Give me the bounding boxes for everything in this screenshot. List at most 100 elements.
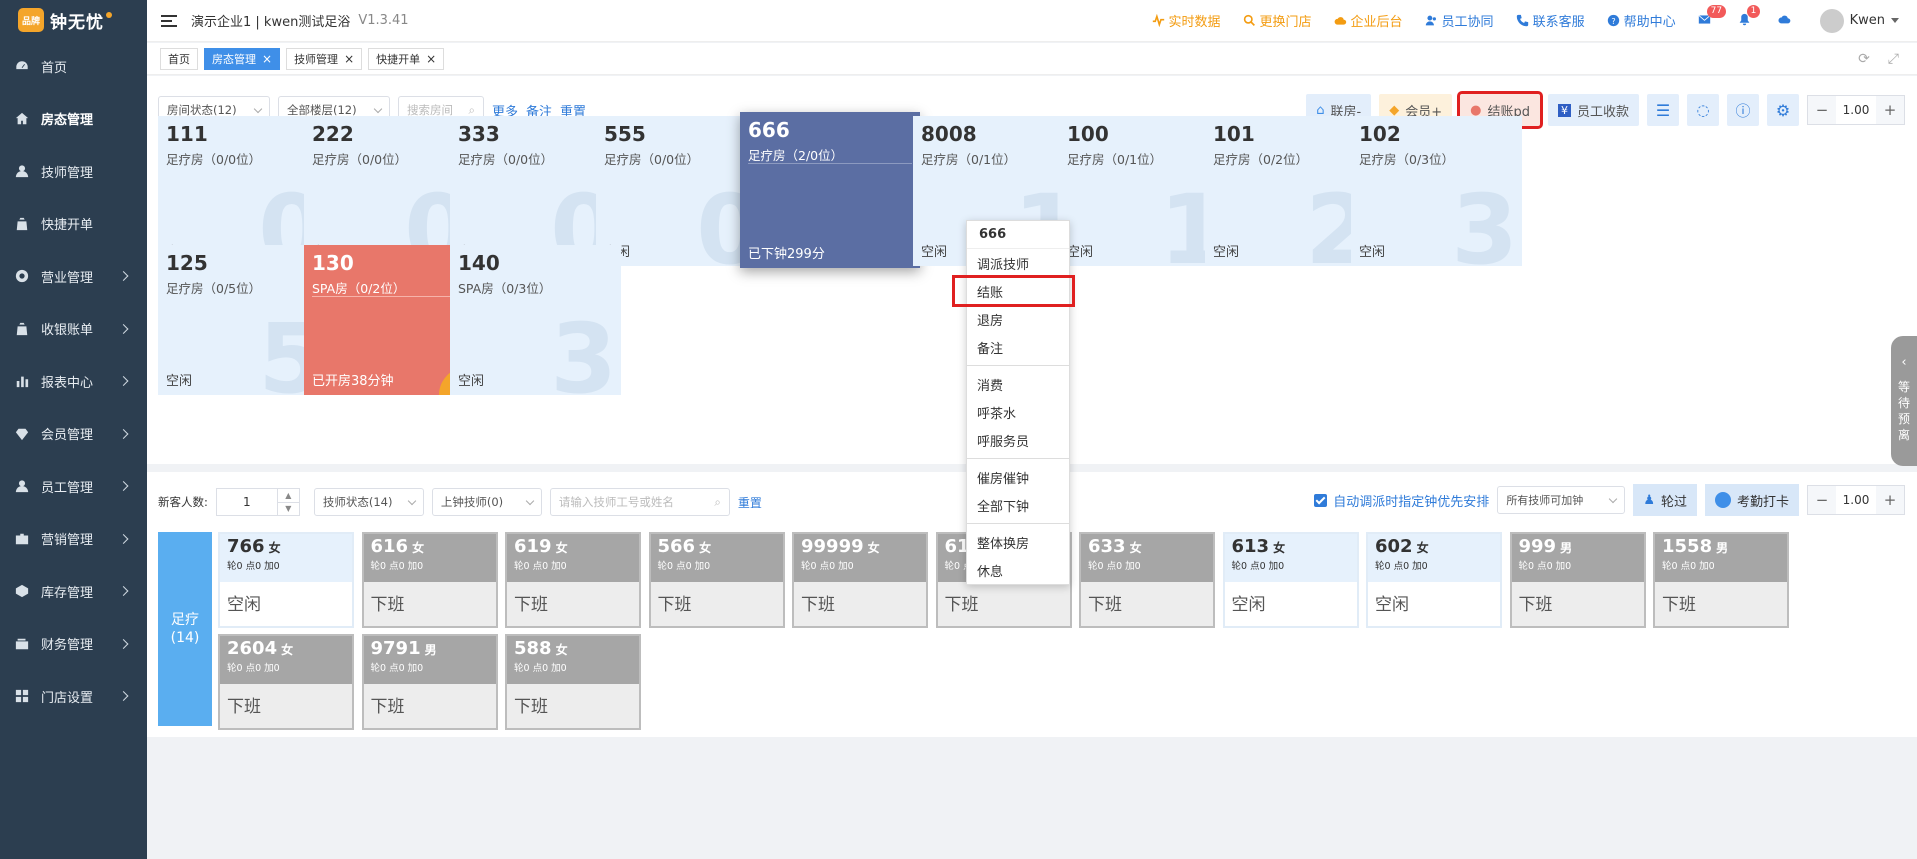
sidebar-item[interactable]: 技师管理 <box>0 145 147 198</box>
cloud-sync-icon[interactable] <box>1778 13 1798 29</box>
zoom-in-button[interactable]: + <box>1876 96 1904 124</box>
technician-number: 588 <box>514 638 552 659</box>
bag-icon <box>15 217 29 231</box>
info-button[interactable]: ⓘ <box>1727 94 1759 126</box>
new-guests-spinner[interactable]: ▲ ▼ <box>276 489 299 516</box>
zoom-in-button[interactable]: + <box>1876 486 1904 514</box>
skip-turn-button[interactable]: ♟ 轮过 <box>1633 484 1697 516</box>
tab[interactable]: 快捷开单 × <box>368 47 445 70</box>
list-view-button[interactable]: ☰ <box>1647 94 1679 126</box>
tech-status-select[interactable]: 技师状态(14) <box>313 488 424 516</box>
tab[interactable]: 房态管理 × <box>204 47 281 70</box>
technician-card[interactable]: 616 女轮0 点0 加0 下班 <box>361 532 498 628</box>
user-menu[interactable]: Kwen <box>1819 8 1899 33</box>
refresh-icon[interactable]: ⟳ <box>1858 51 1870 67</box>
technician-card[interactable]: 99999 女轮0 点0 加0 下班 <box>792 532 928 628</box>
settings-button[interactable]: ⚙ <box>1767 94 1799 126</box>
sidebar-item[interactable]: 首页 <box>0 40 147 93</box>
technician-status: 下班 <box>801 595 835 615</box>
sidebar-item[interactable]: 财务管理 <box>0 618 147 671</box>
overtime-select[interactable]: 所有技师可加钟 <box>1497 486 1626 514</box>
technician-card[interactable]: 2604 女轮0 点0 加0 下班 <box>218 634 354 730</box>
context-menu-item[interactable]: 备注 <box>967 333 1069 361</box>
spin-up-icon[interactable]: ▲ <box>278 489 299 502</box>
sidebar-item[interactable]: 快捷开单 <box>0 198 147 251</box>
context-menu-item[interactable]: 呼茶水 <box>967 398 1069 426</box>
sidebar-item[interactable]: 房态管理 <box>0 93 147 146</box>
technician-card[interactable]: 619 女轮0 点0 加0 下班 <box>505 532 641 628</box>
attendance-button[interactable]: 考勤打卡 <box>1704 484 1799 516</box>
float-char: 预 <box>1897 412 1910 426</box>
chevron-down-icon <box>1609 494 1618 503</box>
notification-button[interactable]: 1 <box>1738 4 1761 29</box>
technician-status: 下班 <box>1518 595 1553 615</box>
tab[interactable]: 首页 <box>160 47 198 70</box>
new-guests-input[interactable]: 1 ▲ ▼ <box>215 488 300 516</box>
sidebar-item[interactable]: 库存管理 <box>0 565 147 618</box>
room-type: 足疗房（0/0位） <box>604 152 700 167</box>
auto-assign-checkbox[interactable]: 自动调派时指定钟优先安排 <box>1314 491 1489 510</box>
sidebar-item[interactable]: 营销管理 <box>0 513 147 566</box>
close-icon[interactable]: × <box>344 53 354 65</box>
switch-store-link[interactable]: 更换门店 <box>1243 11 1312 30</box>
context-menu-item[interactable]: 全部下钟 <box>967 491 1069 519</box>
technician-card[interactable]: 9791 男轮0 点0 加0 下班 <box>361 634 498 730</box>
context-menu-item[interactable]: 退房 <box>967 305 1069 333</box>
technician-card[interactable]: 588 女轮0 点0 加0 下班 <box>505 634 641 730</box>
room-card[interactable]: 3 140 SPA房（0/3位） 空闲 <box>450 245 621 395</box>
sidebar-item[interactable]: 收银账单 <box>0 303 147 356</box>
tech-reset-link[interactable]: 重置 <box>738 494 762 511</box>
sidebar-item[interactable]: 门店设置 <box>0 670 147 723</box>
zoom-out-button[interactable]: − <box>1808 486 1836 514</box>
staff-payment-button[interactable]: ¥ 员工收款 <box>1547 94 1639 126</box>
room-card[interactable]: 3 102 足疗房（0/3位） 空闲 <box>1351 116 1522 266</box>
context-menu-item[interactable]: 整体换房 <box>967 528 1069 556</box>
context-menu-item[interactable]: 休息 <box>967 556 1069 584</box>
cube-icon <box>15 584 29 598</box>
technician-card[interactable]: 633 女轮0 点0 加0 下班 <box>1079 532 1215 628</box>
help-center-link[interactable]: ? 帮助中心 <box>1607 11 1676 30</box>
mail-button[interactable]: 77 <box>1698 4 1727 29</box>
sidebar-item[interactable]: 营业管理 <box>0 250 147 303</box>
technician-card[interactable]: 766 女轮0 点0 加0 空闲 <box>218 532 354 628</box>
technician-card[interactable]: 602 女轮0 点0 加0 空闲 <box>1366 532 1502 628</box>
sidebar-item[interactable]: 报表中心 <box>0 355 147 408</box>
chevron-right-icon <box>118 533 129 544</box>
context-menu-item[interactable]: 消费 <box>967 370 1069 398</box>
yen-icon: ¥ <box>1557 103 1571 117</box>
context-menu-item[interactable]: 调派技师 <box>967 249 1069 277</box>
sidebar-item[interactable]: 会员管理 <box>0 408 147 461</box>
room-zoom-value: 1.00 <box>1842 103 1870 117</box>
technician-card[interactable]: 566 女轮0 点0 加0 下班 <box>648 532 785 628</box>
technician-card[interactable]: 1558 男轮0 点0 加0 下班 <box>1653 532 1789 628</box>
close-icon[interactable]: × <box>262 53 272 65</box>
enterprise-admin-link[interactable]: 企业后台 <box>1334 11 1403 30</box>
room-type: SPA房（0/2位） <box>312 281 406 296</box>
contact-support-link[interactable]: 联系客服 <box>1516 11 1585 30</box>
context-menu-item[interactable]: 结账 <box>952 275 1075 307</box>
close-icon[interactable]: × <box>426 53 436 65</box>
logo[interactable]: 品牌 钟无忧 <box>0 0 147 40</box>
tech-search-input[interactable]: 请输入技师工号或姓名 ⌕ <box>549 488 730 516</box>
category-label[interactable]: 足疗 (14) <box>158 532 212 726</box>
on-clock-select[interactable]: 上钟技师(0) <box>431 488 542 516</box>
waiting-departure-tab[interactable]: ‹ 等 待 预 离 <box>1891 336 1917 466</box>
room-status: 空闲 <box>1213 245 1240 260</box>
zoom-out-button[interactable]: − <box>1808 96 1836 124</box>
technician-card[interactable]: 613 女轮0 点0 加0 空闲 <box>1222 532 1359 628</box>
spin-down-icon[interactable]: ▼ <box>277 501 299 516</box>
room-card[interactable]: 666 足疗房（2/0位） 已下钟299分 <box>740 112 920 268</box>
overtime-value: 所有技师可加钟 <box>1506 494 1584 507</box>
sidebar-item[interactable]: 员工管理 <box>0 460 147 513</box>
tab[interactable]: 技师管理 × <box>286 47 363 70</box>
context-menu-item[interactable]: 呼服务员 <box>967 426 1069 454</box>
realtime-data-link[interactable]: 实时数据 <box>1152 11 1221 30</box>
context-menu-item[interactable]: 催房催钟 <box>967 463 1069 491</box>
menu-toggle-icon[interactable] <box>161 14 177 27</box>
room-status: 已开房38分钟 <box>312 374 394 389</box>
message-button[interactable]: ◌ <box>1687 94 1719 126</box>
help-icon: ? <box>1607 14 1620 27</box>
technician-card[interactable]: 999 男轮0 点0 加0 下班 <box>1509 532 1646 628</box>
fullscreen-icon[interactable]: ⤢ <box>1888 51 1899 67</box>
staff-collab-link[interactable]: 员工协同 <box>1425 11 1494 30</box>
